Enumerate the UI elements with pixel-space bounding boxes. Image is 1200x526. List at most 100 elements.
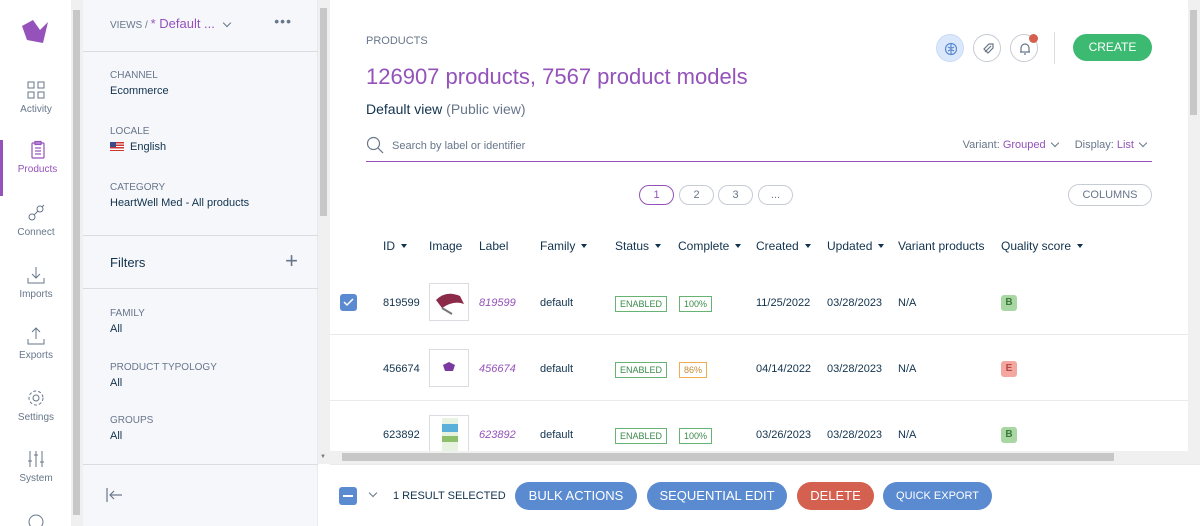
column-header-id[interactable]: ID	[383, 239, 407, 253]
add-filter-icon[interactable]: +	[285, 248, 298, 274]
cell-family: default	[540, 363, 574, 375]
column-header-label: Complete	[678, 239, 730, 253]
column-header-complete[interactable]: Complete	[678, 239, 742, 253]
quick-export-button[interactable]: QUICK EXPORT	[883, 482, 992, 510]
product-thumbnail[interactable]	[429, 349, 469, 387]
column-header-quality-score[interactable]: Quality score	[1001, 239, 1084, 253]
notifications-button[interactable]	[1010, 34, 1038, 62]
page-1-button[interactable]: 1	[639, 185, 674, 205]
select-all-checkbox[interactable]	[339, 487, 357, 505]
cell-updated: 03/28/2023	[827, 429, 883, 441]
column-header-label: Label	[479, 239, 509, 253]
nav-imports[interactable]: Imports	[0, 265, 72, 321]
nav-connect[interactable]: Connect	[0, 203, 72, 259]
column-header-updated[interactable]: Updated	[827, 239, 885, 253]
variant-selector[interactable]: Variant: Grouped	[963, 138, 1064, 151]
chevron-down-icon	[222, 18, 231, 28]
quality-score-badge: B	[1001, 295, 1017, 311]
column-header-label: ID	[383, 239, 395, 253]
collapse-panel-icon[interactable]	[105, 487, 123, 503]
more-options-icon[interactable]: •••	[274, 13, 292, 29]
scroll-down-arrow-icon[interactable]: ▼	[320, 454, 328, 460]
page-more-button[interactable]: ...	[758, 185, 793, 205]
column-header-label: Updated	[827, 239, 873, 253]
product-image-blood-pressure-cuff	[436, 293, 464, 315]
main-scrollbar[interactable]	[1188, 0, 1200, 464]
horizontal-scrollbar-thumb[interactable]	[342, 453, 1114, 461]
page-3-button[interactable]: 3	[718, 185, 753, 205]
export-arrow-icon	[27, 327, 45, 345]
sort-caret-icon	[1077, 244, 1084, 248]
cell-variant-products: N/A	[898, 429, 917, 441]
sort-caret-icon	[401, 244, 407, 248]
breadcrumb[interactable]: PRODUCTS	[366, 35, 428, 47]
locale-switcher[interactable]: English	[110, 141, 166, 153]
views-prefix: VIEWS /	[110, 20, 148, 31]
completeness-badge: 100%	[679, 296, 713, 312]
page-title: 126907 products, 7567 product models	[366, 64, 748, 89]
table-row[interactable]: 456674 456674 default ENABLED 86% 04/14/…	[330, 336, 1188, 401]
cell-label[interactable]: 456674	[479, 363, 516, 375]
nav-label: Activity	[20, 104, 52, 115]
search-input[interactable]: Search by label or identifier	[392, 140, 525, 152]
nav-system[interactable]: System	[0, 449, 72, 505]
filter-typology-value[interactable]: All	[110, 377, 122, 389]
help-icon[interactable]	[26, 510, 46, 526]
column-header-created[interactable]: Created	[756, 239, 811, 253]
filter-groups-value[interactable]: All	[110, 430, 122, 442]
cell-label[interactable]: 623892	[479, 429, 516, 441]
views-selector[interactable]: VIEWS / * Default ... •••	[83, 0, 318, 52]
product-thumbnail[interactable]	[429, 415, 469, 453]
column-header-label: Label	[479, 239, 508, 253]
category-switcher[interactable]: HeartWell Med - All products	[110, 197, 249, 209]
cell-label[interactable]: 819599	[479, 297, 516, 309]
nav-label: Connect	[17, 227, 55, 238]
cell-id: 819599	[383, 297, 420, 309]
delete-button[interactable]: DELETE	[797, 482, 874, 510]
create-button[interactable]: CREATE	[1073, 34, 1152, 61]
panel-scrollbar-thumb[interactable]	[320, 8, 327, 216]
row-checkbox[interactable]	[340, 294, 357, 311]
nav-scrollbar[interactable]	[71, 0, 83, 526]
chevron-down-icon[interactable]	[368, 488, 378, 498]
nav-label: System	[19, 473, 53, 484]
column-header-status[interactable]: Status	[615, 239, 662, 253]
display-selector[interactable]: Display: List	[1075, 138, 1152, 151]
nav-exports[interactable]: Exports	[0, 326, 72, 382]
cell-updated: 03/28/2023	[827, 297, 883, 309]
nav-scrollbar-thumb[interactable]	[73, 10, 80, 515]
locale-value: English	[130, 141, 167, 153]
header-divider	[1054, 32, 1055, 64]
filter-panel: VIEWS / * Default ... ••• CHANNEL Ecomme…	[83, 0, 318, 526]
channel-label: CHANNEL	[110, 70, 158, 81]
ai-assistant-button[interactable]	[936, 34, 964, 62]
table-row[interactable]: 819599 819599 default ENABLED 100% 11/25…	[330, 270, 1188, 335]
apps-button[interactable]	[973, 34, 1001, 62]
product-image-purple-logo	[443, 362, 455, 371]
panel-scrollbar[interactable]: ▼	[318, 0, 330, 464]
cell-created: 03/26/2023	[756, 429, 812, 441]
product-thumbnail[interactable]	[429, 283, 469, 321]
filter-family-value[interactable]: All	[110, 323, 122, 335]
page-2-button[interactable]: 2	[679, 185, 714, 205]
view-name: Default view	[366, 101, 443, 117]
akeneo-logo-icon[interactable]	[20, 18, 50, 46]
horizontal-scrollbar[interactable]	[330, 451, 1188, 464]
main-scrollbar-thumb[interactable]	[1190, 10, 1197, 115]
bulk-actions-button[interactable]: BULK ACTIONS	[515, 482, 637, 510]
search-bar: Search by label or identifier Variant: G…	[366, 131, 1152, 162]
cell-created: 04/14/2022	[756, 363, 812, 375]
notification-badge	[1029, 34, 1038, 43]
cell-updated: 03/28/2023	[827, 363, 883, 375]
channel-switcher[interactable]: Ecommerce	[110, 85, 169, 97]
columns-button[interactable]: COLUMNS	[1068, 184, 1152, 206]
nav-products[interactable]: Products	[0, 140, 72, 196]
nav-settings[interactable]: Settings	[0, 388, 72, 444]
us-flag-icon	[110, 142, 124, 151]
nav-activity[interactable]: Activity	[0, 80, 72, 136]
import-arrow-icon	[27, 267, 45, 284]
column-header-family[interactable]: Family	[540, 239, 588, 253]
connect-plug-icon	[28, 204, 45, 221]
sort-caret-icon	[735, 244, 742, 248]
sequential-edit-button[interactable]: SEQUENTIAL EDIT	[647, 482, 787, 510]
